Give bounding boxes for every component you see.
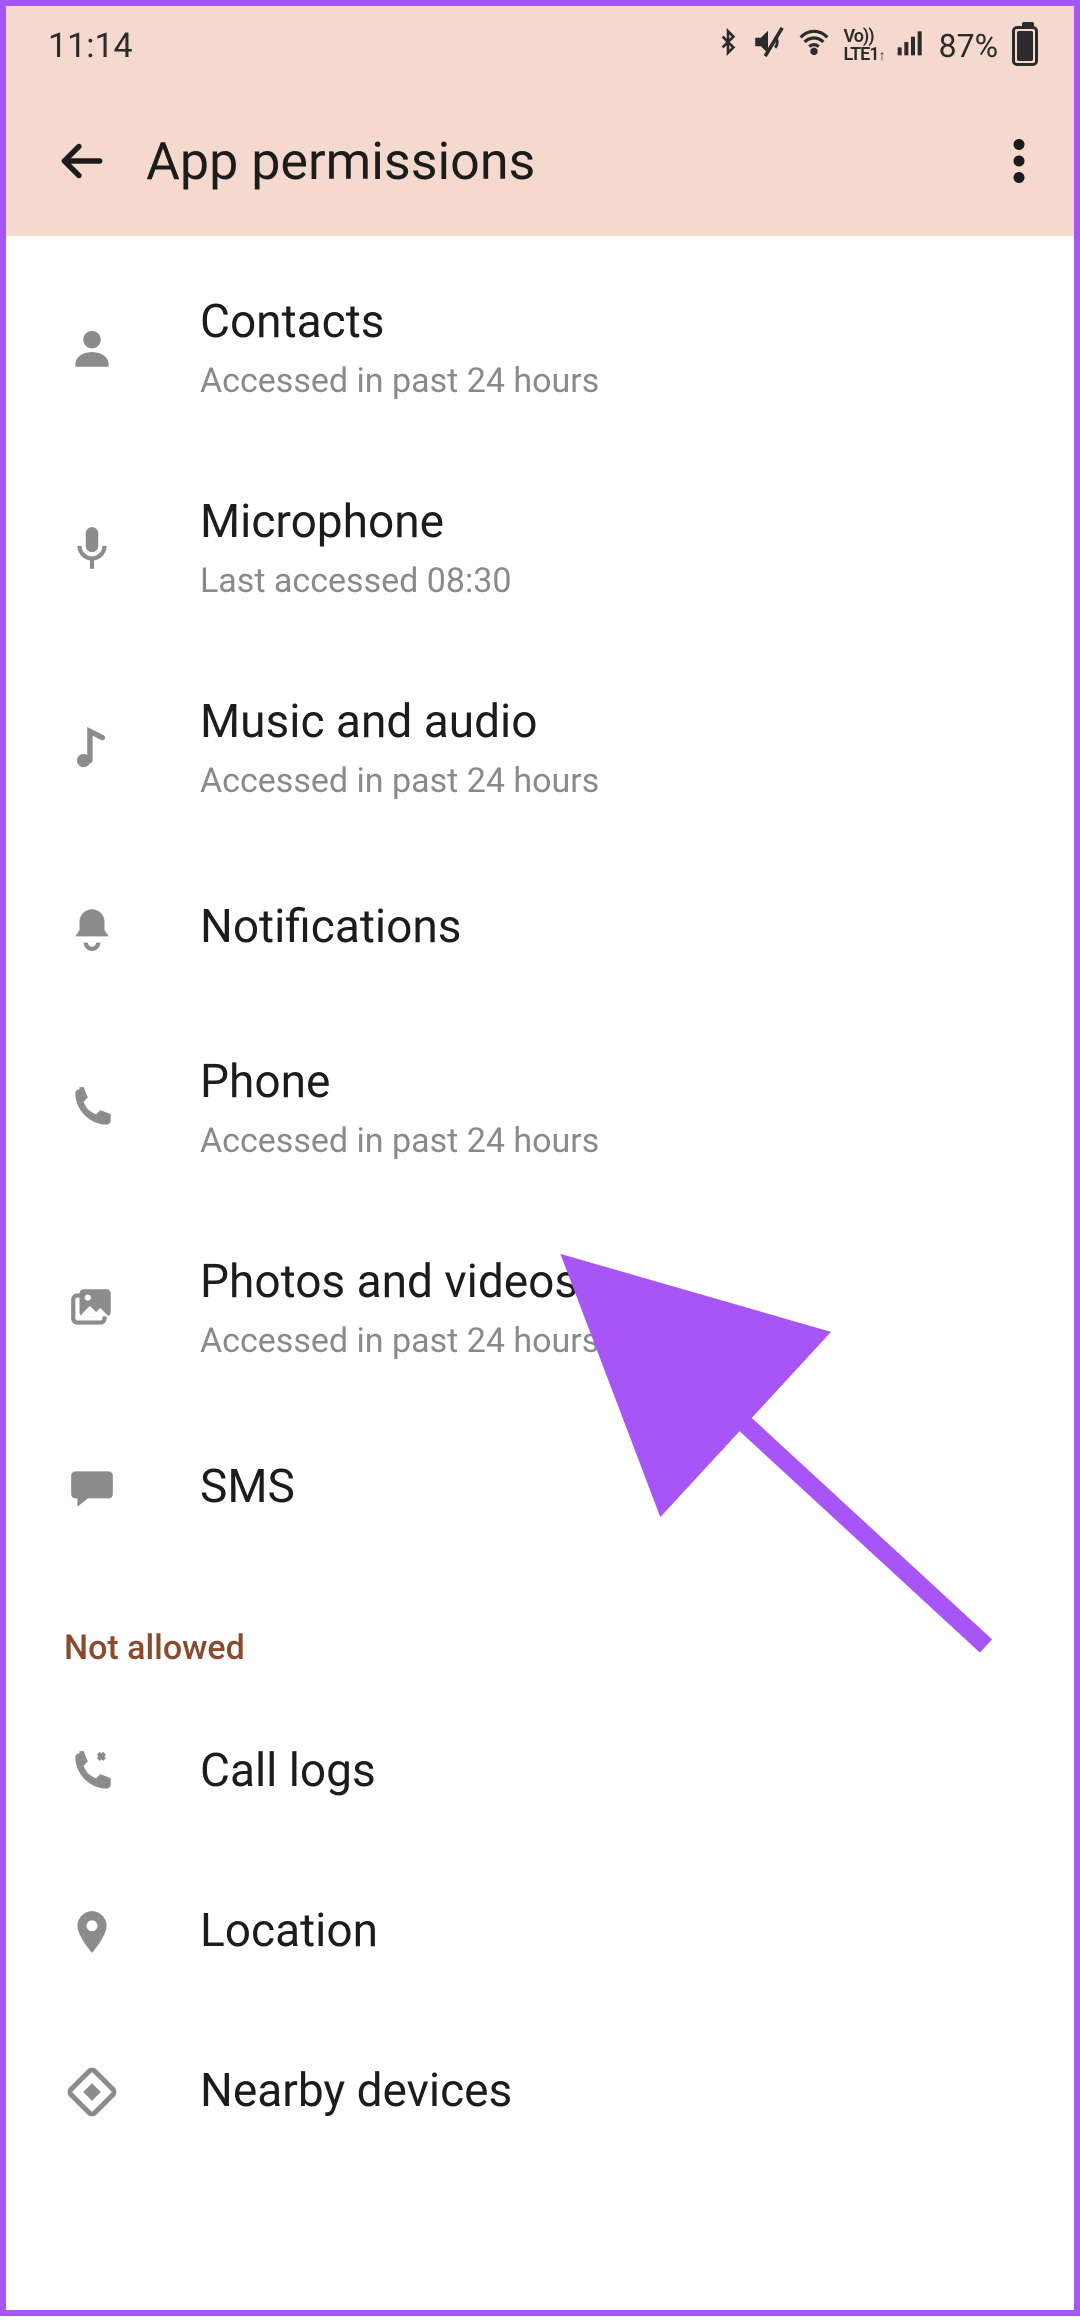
permission-title: Contacts <box>200 295 599 350</box>
app-bar: App permissions <box>6 86 1074 236</box>
permission-title: Notifications <box>200 900 462 955</box>
permission-text: Contacts Accessed in past 24 hours <box>200 295 599 400</box>
more-vert-icon <box>1013 139 1025 183</box>
permission-title: Nearby devices <box>200 2064 512 2119</box>
permission-row-mic[interactable]: Microphone Last accessed 08:30 <box>6 448 1074 648</box>
permission-title: Music and audio <box>200 695 599 750</box>
gallery-icon <box>62 1278 122 1338</box>
mute-icon <box>751 25 785 68</box>
location-icon <box>62 1902 122 1962</box>
permission-text: Phone Accessed in past 24 hours <box>200 1055 599 1160</box>
back-button[interactable] <box>46 126 116 196</box>
permission-subtitle: Accessed in past 24 hours <box>200 361 599 401</box>
permission-row-phone[interactable]: Phone Accessed in past 24 hours <box>6 1008 1074 1208</box>
permission-row-location[interactable]: Location <box>6 1852 1074 2012</box>
volte-indicator: Vo)) LTE1↑ <box>843 28 884 64</box>
permission-title: Phone <box>200 1055 599 1110</box>
permission-row-person[interactable]: Contacts Accessed in past 24 hours <box>6 248 1074 448</box>
permission-title: SMS <box>200 1460 295 1515</box>
permission-subtitle: Accessed in past 24 hours <box>200 761 599 801</box>
calllog-icon <box>62 1742 122 1802</box>
arrow-left-icon <box>56 136 106 186</box>
permission-text: Music and audio Accessed in past 24 hours <box>200 695 599 800</box>
more-options-button[interactable] <box>984 126 1054 196</box>
permission-text: Call logs <box>200 1744 376 1799</box>
wifi-icon <box>795 26 833 67</box>
permission-text: Microphone Last accessed 08:30 <box>200 495 511 600</box>
permission-text: Photos and videos Accessed in past 24 hou… <box>200 1255 599 1360</box>
permission-title: Location <box>200 1904 378 1959</box>
sms-icon <box>62 1458 122 1518</box>
permission-row-music[interactable]: Music and audio Accessed in past 24 hours <box>6 648 1074 848</box>
phone-icon <box>62 1078 122 1138</box>
section-not-allowed: Not allowed <box>6 1568 1074 1692</box>
mic-icon <box>62 518 122 578</box>
status-bar: 11:14 Vo)) LTE1↑ <box>6 6 1074 86</box>
permission-text: Location <box>200 1904 378 1959</box>
permissions-list: Contacts Accessed in past 24 hours Microph… <box>6 236 1074 2172</box>
permission-title: Call logs <box>200 1744 376 1799</box>
signal-icon <box>895 26 927 67</box>
permission-subtitle: Accessed in past 24 hours <box>200 1121 599 1161</box>
music-icon <box>62 718 122 778</box>
battery-icon <box>1012 26 1038 66</box>
status-time: 11:14 <box>48 26 133 66</box>
permission-row-bell[interactable]: Notifications <box>6 848 1074 1008</box>
permission-title: Microphone <box>200 495 511 550</box>
permission-row-nearby[interactable]: Nearby devices <box>6 2012 1074 2172</box>
battery-percent: 87% <box>939 27 998 65</box>
bell-icon <box>62 898 122 958</box>
permission-title: Photos and videos <box>200 1255 599 1310</box>
permission-subtitle: Accessed in past 24 hours <box>200 1321 599 1361</box>
nearby-icon <box>62 2062 122 2122</box>
person-icon <box>62 318 122 378</box>
bluetooth-icon <box>715 23 741 70</box>
permission-row-calllog[interactable]: Call logs <box>6 1692 1074 1852</box>
permission-text: SMS <box>200 1460 295 1515</box>
status-right: Vo)) LTE1↑ 87% <box>715 23 1038 70</box>
permission-row-gallery[interactable]: Photos and videos Accessed in past 24 hou… <box>6 1208 1074 1408</box>
page-title: App permissions <box>146 131 984 192</box>
permission-text: Notifications <box>200 900 462 955</box>
permission-subtitle: Last accessed 08:30 <box>200 561 511 601</box>
permission-row-sms[interactable]: SMS <box>6 1408 1074 1568</box>
permission-text: Nearby devices <box>200 2064 512 2119</box>
